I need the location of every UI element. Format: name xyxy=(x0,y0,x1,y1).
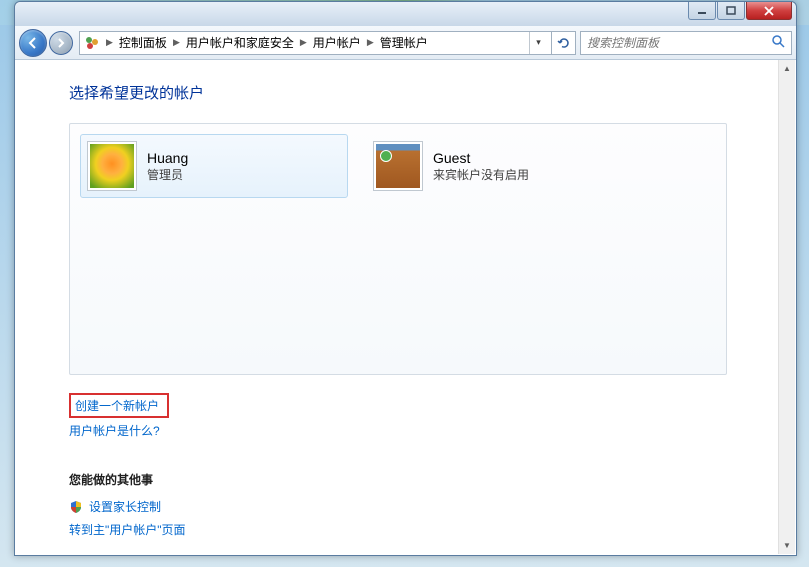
forward-button[interactable] xyxy=(49,31,73,55)
user-accounts-icon xyxy=(84,35,100,51)
search-box[interactable] xyxy=(580,31,792,55)
flower-icon xyxy=(90,144,134,188)
accounts-panel: Huang 管理员 Guest 来宾帐户没有启用 xyxy=(69,123,727,375)
breadcrumb-separator[interactable]: ▶ xyxy=(104,37,115,48)
parental-controls-link[interactable]: 设置家长控制 xyxy=(89,498,161,515)
account-info: Huang 管理员 xyxy=(147,150,188,183)
shield-icon xyxy=(69,500,83,514)
avatar xyxy=(87,141,137,191)
account-desc: 来宾帐户没有启用 xyxy=(433,166,529,183)
account-info: Guest 来宾帐户没有启用 xyxy=(433,150,529,183)
account-desc: 管理员 xyxy=(147,166,188,183)
explorer-window: ▶ 控制面板 ▶ 用户帐户和家庭安全 ▶ 用户帐户 ▶ 管理帐户 ▾ 选择希望更… xyxy=(14,1,797,556)
highlighted-link-box: 创建一个新帐户 xyxy=(69,393,169,418)
page-title: 选择希望更改的帐户 xyxy=(69,82,796,103)
titlebar[interactable] xyxy=(15,2,796,26)
minimize-button[interactable] xyxy=(688,2,716,20)
account-name: Huang xyxy=(147,150,188,166)
breadcrumb-item-1[interactable]: 用户帐户和家庭安全 xyxy=(182,34,298,51)
content-area: 选择希望更改的帐户 Huang 管理员 Guest 来宾帐户没有启用 创建一个新… xyxy=(15,60,796,555)
scroll-down-button[interactable]: ▼ xyxy=(779,537,795,554)
create-account-link[interactable]: 创建一个新帐户 xyxy=(75,397,159,414)
other-actions-heading: 您能做的其他事 xyxy=(69,471,796,488)
account-tile-guest[interactable]: Guest 来宾帐户没有启用 xyxy=(366,134,634,198)
vertical-scrollbar[interactable]: ▲ ▼ xyxy=(778,60,795,554)
maximize-button[interactable] xyxy=(717,2,745,20)
goto-main-link[interactable]: 转到主"用户帐户"页面 xyxy=(69,521,186,538)
scroll-up-button[interactable]: ▲ xyxy=(779,60,795,77)
search-icon[interactable] xyxy=(771,34,785,51)
close-button[interactable] xyxy=(746,2,792,20)
breadcrumb-bar[interactable]: ▶ 控制面板 ▶ 用户帐户和家庭安全 ▶ 用户帐户 ▶ 管理帐户 ▾ xyxy=(79,31,552,55)
account-tile-huang[interactable]: Huang 管理员 xyxy=(80,134,348,198)
refresh-button[interactable] xyxy=(552,31,576,55)
breadcrumb-item-2[interactable]: 用户帐户 xyxy=(309,34,365,51)
breadcrumb-separator[interactable]: ▶ xyxy=(365,37,376,48)
search-input[interactable] xyxy=(587,36,771,50)
breadcrumb-item-3[interactable]: 管理帐户 xyxy=(376,34,432,51)
what-is-account-link[interactable]: 用户帐户是什么? xyxy=(69,422,160,439)
links-section: 创建一个新帐户 用户帐户是什么? 您能做的其他事 设置家长控制 转到主"用户帐户… xyxy=(69,393,796,544)
window-controls xyxy=(687,2,792,20)
scroll-track[interactable] xyxy=(779,77,795,537)
account-name: Guest xyxy=(433,150,529,166)
suitcase-icon xyxy=(376,144,420,188)
breadcrumb-separator[interactable]: ▶ xyxy=(171,37,182,48)
avatar xyxy=(373,141,423,191)
breadcrumb-item-0[interactable]: 控制面板 xyxy=(115,34,171,51)
breadcrumb-dropdown[interactable]: ▾ xyxy=(529,32,547,54)
navigation-bar: ▶ 控制面板 ▶ 用户帐户和家庭安全 ▶ 用户帐户 ▶ 管理帐户 ▾ xyxy=(15,26,796,60)
breadcrumb-separator[interactable]: ▶ xyxy=(298,37,309,48)
back-button[interactable] xyxy=(19,29,47,57)
